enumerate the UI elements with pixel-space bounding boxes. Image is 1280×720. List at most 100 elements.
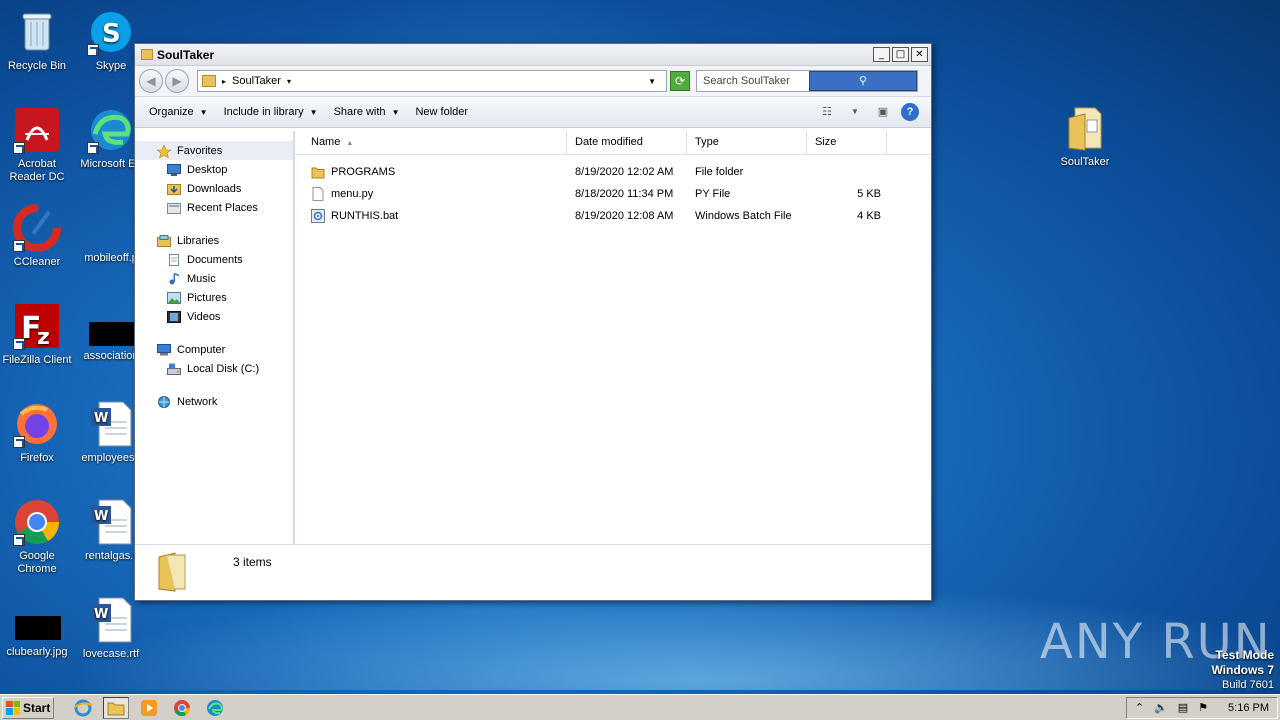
nav-favorites[interactable]: Favorites [135, 141, 293, 160]
file-date: 8/18/2020 11:34 PM [575, 188, 674, 200]
recent-places-icon [167, 202, 181, 214]
skype-icon: S [87, 8, 135, 56]
start-button[interactable]: Start [2, 696, 54, 719]
column-type[interactable]: Type [687, 131, 807, 154]
file-date: 8/19/2020 12:08 AM [575, 210, 674, 222]
window-title: SoulTaker [157, 47, 215, 62]
maximize-button[interactable]: □ [892, 47, 909, 62]
downloads-folder-icon [167, 183, 181, 195]
shortcut-arrow-icon [13, 534, 25, 546]
new-folder-button[interactable]: New folder [407, 106, 476, 118]
search-box[interactable]: Search SoulTaker ⚲ [696, 70, 918, 92]
desktop-icon-acrobat[interactable]: Acrobat Reader DC [0, 106, 74, 184]
file-explorer-taskbar-icon[interactable] [103, 696, 129, 719]
desktop-icon-label: FileZilla Client [2, 354, 72, 366]
nav-local-disk[interactable]: Local Disk (C:) [135, 359, 293, 378]
desktop-icon-soultaker[interactable]: SoulTaker [1048, 104, 1122, 169]
nav-music-label: Music [187, 272, 216, 285]
file-name: RUNTHIS.bat [331, 210, 399, 222]
desktop-icon-clubearly[interactable]: clubearly.jpg [0, 604, 74, 659]
volume-icon[interactable]: 🔈 [1154, 701, 1168, 714]
column-date-modified[interactable]: Date modified [567, 131, 687, 154]
search-input[interactable]: Search SoulTaker [703, 75, 809, 87]
videos-icon [167, 310, 181, 323]
action-center-flag-icon[interactable]: ⚑ [1198, 701, 1208, 714]
desktop-icon-chrome[interactable]: Google Chrome [0, 498, 74, 576]
column-size[interactable]: Size [807, 131, 887, 154]
documents-icon [167, 253, 181, 266]
test-mode-line2: Windows 7 [1211, 663, 1274, 677]
star-icon [156, 143, 172, 159]
file-row-runthis-bat[interactable]: RUNTHIS.bat 8/19/2020 12:08 AM Windows B… [295, 205, 931, 227]
chevron-right-icon[interactable]: ▸ [222, 77, 226, 86]
media-player-icon[interactable] [136, 697, 162, 719]
network-tray-icon[interactable]: ▤ [1178, 701, 1188, 714]
minimize-button[interactable]: _ [873, 47, 890, 62]
breadcrumb-soultaker[interactable]: SoulTaker [232, 75, 281, 87]
organize-button[interactable]: Organize ▼ [141, 106, 216, 118]
desktop-icon-ccleaner[interactable]: CCleaner [0, 204, 74, 269]
nav-desktop[interactable]: Desktop [135, 160, 293, 179]
organize-label: Organize [149, 106, 194, 118]
explorer-window[interactable]: SoulTaker _ □ ✕ ◀ ▶ ▸ SoulTaker ▾ ▼ ⟳ Se… [134, 43, 932, 601]
clock[interactable]: 5:16 PM [1228, 702, 1269, 714]
chrome-taskbar-icon[interactable] [169, 697, 195, 719]
chevron-down-icon[interactable]: ▾ [287, 77, 291, 86]
desktop-icon-filezilla[interactable]: Fz FileZilla Client [0, 302, 74, 367]
view-options-chevron-icon[interactable]: ▼ [845, 103, 865, 121]
chevron-down-icon: ▼ [391, 107, 400, 117]
shortcut-arrow-icon [13, 338, 25, 350]
edge-taskbar-icon[interactable] [202, 697, 228, 719]
nav-videos[interactable]: Videos [135, 307, 293, 326]
word-document-icon: W [87, 498, 135, 546]
file-type: PY File [695, 188, 731, 200]
batch-file-icon [311, 209, 325, 223]
refresh-button[interactable]: ⟳ [670, 71, 690, 91]
show-hidden-icons-icon[interactable]: ⌃ [1135, 701, 1144, 714]
pictures-icon [167, 291, 181, 304]
folder-icon [155, 551, 189, 592]
firefox-icon [13, 400, 61, 448]
include-in-library-button[interactable]: Include in library ▼ [216, 106, 326, 118]
search-icon[interactable]: ⚲ [809, 71, 917, 91]
nav-downloads[interactable]: Downloads [135, 179, 293, 198]
desktop-icon-firefox[interactable]: Firefox [0, 400, 74, 465]
nav-documents[interactable]: Documents [135, 250, 293, 269]
nav-recent-places[interactable]: Recent Places [135, 198, 293, 217]
nav-desktop-label: Desktop [187, 163, 228, 176]
change-view-icon[interactable]: ☷ [817, 103, 837, 121]
back-button[interactable]: ◀ [139, 69, 163, 93]
forward-button[interactable]: ▶ [165, 69, 189, 93]
address-bar[interactable]: ▸ SoulTaker ▾ ▼ [197, 70, 667, 92]
nav-libraries[interactable]: Libraries [135, 231, 293, 250]
share-with-button[interactable]: Share with ▼ [326, 106, 408, 118]
nav-computer[interactable]: Computer [135, 340, 293, 359]
word-document-icon: W [87, 400, 135, 448]
address-row: ◀ ▶ ▸ SoulTaker ▾ ▼ ⟳ Search SoulTaker ⚲ [135, 66, 931, 96]
close-button[interactable]: ✕ [911, 47, 928, 62]
file-row-programs[interactable]: PROGRAMS 8/19/2020 12:02 AM File folder [295, 161, 931, 183]
ccleaner-icon [13, 204, 61, 252]
internet-explorer-icon[interactable] [70, 697, 96, 719]
column-header: Name ▲ Date modified Type Size [295, 131, 931, 155]
svg-text:W: W [94, 509, 108, 524]
taskbar: Start ⌃ 🔈 ▤ ⚑ 5:16 PM [0, 694, 1280, 720]
music-icon [167, 272, 181, 285]
nav-music[interactable]: Music [135, 269, 293, 288]
address-dropdown-icon[interactable]: ▼ [648, 77, 656, 86]
help-icon[interactable]: ? [901, 103, 919, 121]
desktop-icon-lovecase[interactable]: W lovecase.rtf [74, 596, 148, 661]
column-name[interactable]: Name ▲ [295, 131, 567, 154]
title-bar[interactable]: SoulTaker _ □ ✕ [135, 44, 931, 66]
nav-network[interactable]: Network [135, 392, 293, 411]
nav-pictures[interactable]: Pictures [135, 288, 293, 307]
libraries-icon [157, 234, 171, 247]
desktop-icon-label: Recycle Bin [7, 60, 67, 72]
file-list-pane[interactable]: Name ▲ Date modified Type Size PROGRAMS 8… [295, 131, 931, 544]
desktop-icon-recycle-bin[interactable]: Recycle Bin [0, 8, 74, 73]
preview-pane-icon[interactable]: ▣ [873, 103, 893, 121]
desktop-icon-label: CCleaner [13, 256, 61, 268]
test-mode-notice: Test Mode Windows 7 Build 7601 [1211, 648, 1274, 692]
nav-videos-label: Videos [187, 310, 221, 323]
file-row-menu-py[interactable]: menu.py 8/18/2020 11:34 PM PY File 5 KB [295, 183, 931, 205]
